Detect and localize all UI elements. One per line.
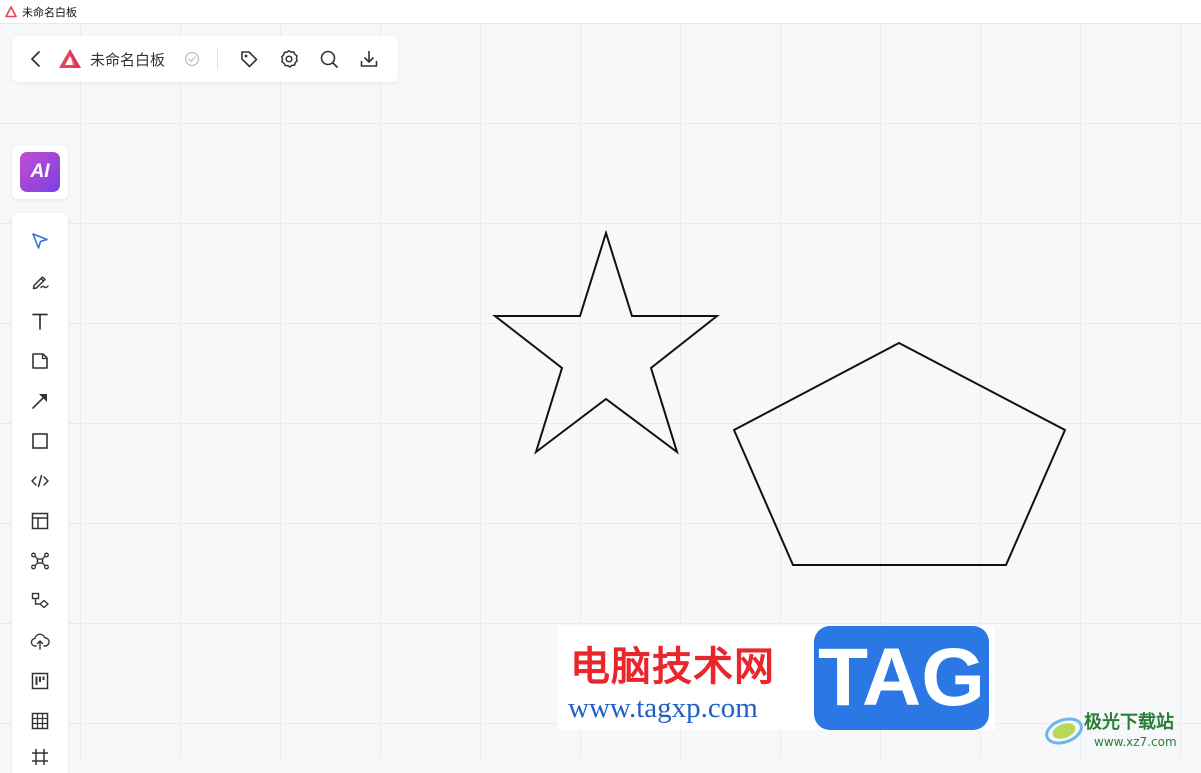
- tool-select[interactable]: [28, 229, 52, 253]
- download-button[interactable]: [357, 47, 381, 71]
- layout-icon: [31, 512, 49, 530]
- frame-icon: [32, 749, 48, 765]
- watermark-url-text: www.tagxp.com: [568, 692, 758, 724]
- table-icon: [31, 712, 49, 730]
- tool-arrow[interactable]: [28, 389, 52, 413]
- board-logo-icon: [59, 49, 81, 68]
- toolbar-divider: [217, 48, 218, 70]
- aurora-logo-icon: [1045, 717, 1083, 745]
- flowchart-icon: [31, 592, 49, 609]
- back-button[interactable]: [24, 47, 48, 71]
- board-title[interactable]: 未命名白板: [90, 49, 165, 70]
- pen-icon: [32, 276, 49, 290]
- text-icon: [32, 313, 48, 330]
- search-button[interactable]: [317, 47, 341, 71]
- tag-icon: [241, 51, 258, 68]
- tool-mindmap[interactable]: [28, 549, 52, 573]
- check-circle-icon: [184, 51, 200, 67]
- sticky-note-icon: [32, 353, 48, 369]
- kanban-icon: [31, 672, 49, 690]
- cloud-upload-icon: [30, 633, 50, 650]
- tag-button[interactable]: [237, 47, 261, 71]
- tool-sticky-note[interactable]: [28, 349, 52, 373]
- tool-upload[interactable]: [28, 629, 52, 653]
- window-title-bar: 未命名白板: [0, 0, 1201, 24]
- app-logo-icon: [5, 5, 17, 17]
- chevron-left-icon: [31, 51, 40, 67]
- tool-shape[interactable]: [28, 429, 52, 453]
- download-icon: [360, 50, 378, 67]
- gear-icon: [280, 50, 298, 68]
- left-toolbar: [12, 213, 68, 773]
- tool-code[interactable]: [28, 469, 52, 493]
- tool-flowchart[interactable]: [28, 589, 52, 613]
- code-icon: [31, 474, 49, 488]
- watermark-site2-cn: 极光下载站: [1084, 712, 1174, 733]
- tool-layout[interactable]: [28, 509, 52, 533]
- arrow-icon: [32, 394, 47, 409]
- watermark-banner: 电脑技术网 www.tagxp.com TAG: [558, 626, 995, 730]
- watermark-cn-text: 电脑技术网: [570, 644, 775, 690]
- window-title: 未命名白板: [22, 5, 77, 19]
- settings-button[interactable]: [277, 47, 301, 71]
- tool-frame[interactable]: [28, 745, 52, 769]
- watermark-tag-logo: TAG: [814, 626, 989, 730]
- watermark-site2-url: www.xz7.com: [1094, 735, 1177, 749]
- rectangle-icon: [32, 433, 48, 449]
- search-icon: [320, 50, 338, 68]
- watermark-site2: 极光下载站 www.xz7.com: [1042, 705, 1192, 755]
- tool-kanban[interactable]: [28, 669, 52, 693]
- ai-panel: AI: [12, 145, 68, 199]
- tool-table[interactable]: [28, 709, 52, 733]
- tool-pen[interactable]: [28, 269, 52, 293]
- mindmap-icon: [31, 552, 49, 570]
- top-toolbar: 未命名白板: [12, 36, 398, 82]
- cursor-arrow-icon: [32, 233, 48, 249]
- tool-text[interactable]: [28, 309, 52, 333]
- ai-button[interactable]: AI: [20, 152, 60, 192]
